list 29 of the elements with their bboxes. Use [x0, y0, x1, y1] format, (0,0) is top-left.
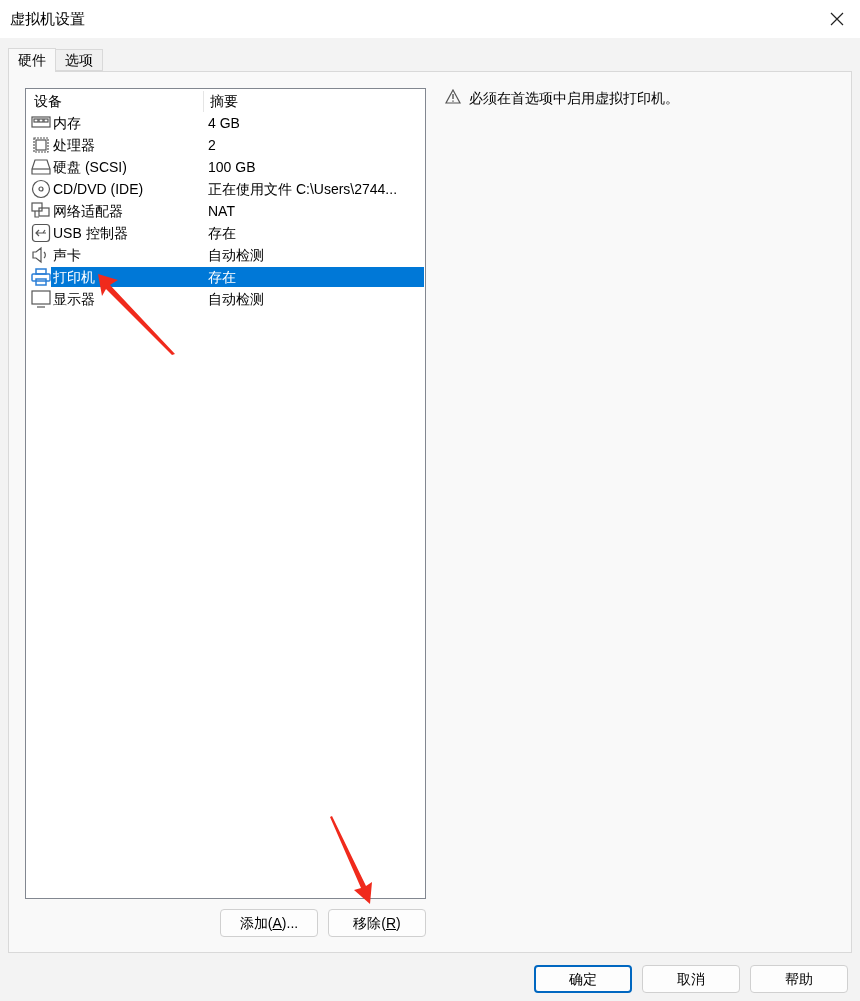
window-title: 虚拟机设置 [10, 8, 85, 29]
device-row[interactable]: CD/DVD (IDE) 正在使用文件 C:\Users\2744... [51, 179, 424, 199]
tab[interactable]: 硬件 [8, 48, 56, 72]
close-icon[interactable] [830, 12, 844, 26]
warning-icon [445, 89, 461, 104]
device-row[interactable]: USB 控制器 存在 [51, 223, 424, 243]
device-row[interactable]: 内存 4 GB [51, 113, 424, 133]
disc-icon [31, 179, 51, 199]
ok-button[interactable]: 确定 [534, 965, 632, 993]
help-button[interactable]: 帮助 [750, 965, 848, 993]
add-button[interactable]: 添加(A)... [220, 909, 318, 937]
cancel-button[interactable]: 取消 [642, 965, 740, 993]
tab[interactable]: 选项 [55, 49, 103, 71]
column-header[interactable]: 摘要 [204, 90, 238, 112]
device-row[interactable]: 声卡 自动检测 [51, 245, 424, 265]
chip-icon [31, 135, 51, 155]
notice-text: 必须在首选项中启用虚拟打印机。 [469, 89, 679, 108]
drive-icon [31, 157, 51, 177]
remove-button[interactable]: 移除(R) [328, 909, 426, 937]
column-header[interactable]: 设备 [26, 90, 204, 112]
device-row[interactable]: 处理器 2 [51, 135, 424, 155]
device-row[interactable]: 显示器 自动检测 [51, 289, 424, 309]
printer-icon [31, 267, 51, 287]
device-row[interactable]: 网络适配器 NAT [51, 201, 424, 221]
usb-icon [31, 223, 51, 243]
network-icon [31, 201, 51, 221]
monitor-icon [31, 289, 51, 309]
device-row[interactable]: 硬盘 (SCSI) 100 GB [51, 157, 424, 177]
device-row[interactable]: 打印机 存在 [51, 267, 424, 287]
